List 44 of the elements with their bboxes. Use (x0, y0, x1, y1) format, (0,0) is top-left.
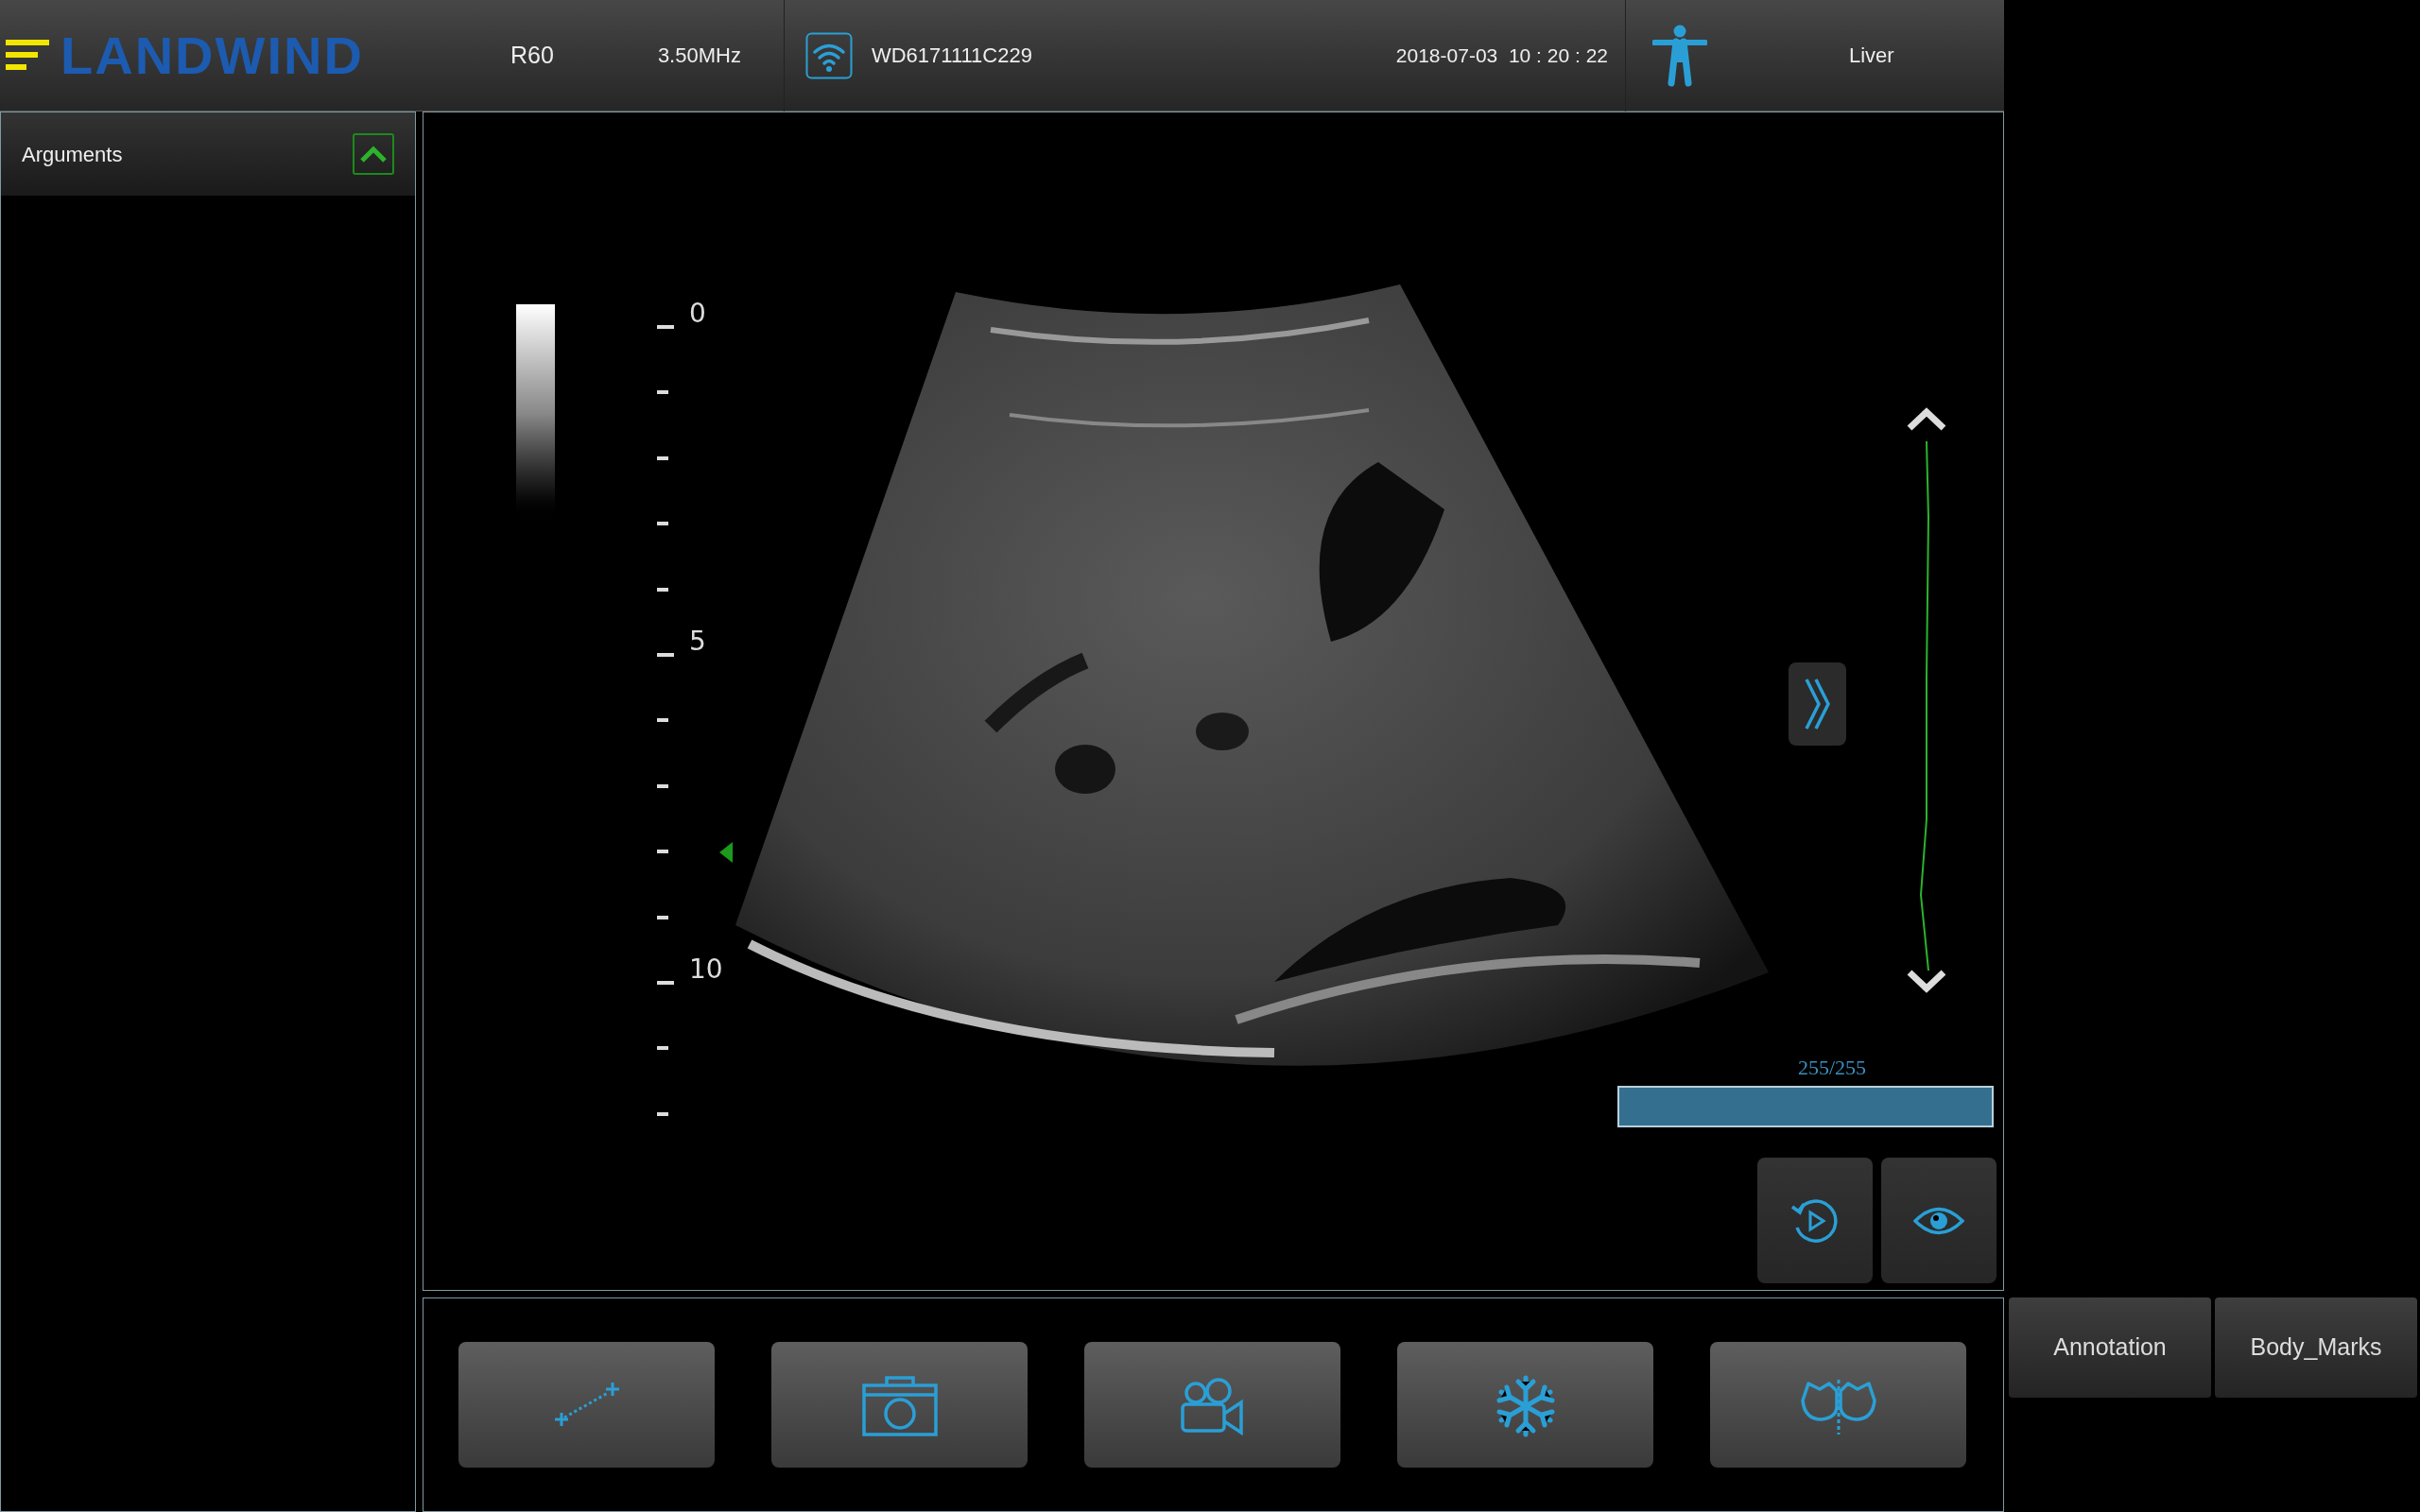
depth-tick (657, 981, 674, 985)
depth-label: 0 (689, 301, 706, 327)
device-id: WD6171111C229 (871, 43, 1032, 69)
depth-label: 5 (689, 628, 706, 655)
arguments-header[interactable]: Arguments (1, 112, 415, 196)
expand-button[interactable] (1789, 662, 1846, 746)
depth-tick (657, 522, 668, 526)
double-chevron-icon (1803, 676, 1832, 732)
tgc-curve[interactable] (1917, 441, 1932, 971)
depth-tick (657, 783, 668, 788)
probe-model: R60 (510, 40, 554, 70)
depth-tick (657, 587, 668, 592)
wifi-icon[interactable] (804, 31, 853, 79)
focus-marker-icon[interactable] (719, 842, 733, 863)
tool-button[interactable] (1397, 1342, 1653, 1468)
logo-bars-icon (6, 39, 49, 72)
cine-frame-count: 255/255 (1796, 1055, 1868, 1081)
depth-tick (657, 455, 668, 460)
depth-tick (657, 390, 668, 395)
chevron-up-icon (359, 145, 388, 163)
exam-preset[interactable]: Liver (1849, 40, 1894, 71)
logo-text: LANDWIND (60, 28, 364, 82)
tool-button[interactable] (1084, 1342, 1340, 1468)
chevron-up-icon[interactable] (1906, 407, 1947, 432)
depth-tick (657, 850, 668, 854)
side-button[interactable]: Annotation (2009, 1297, 2211, 1398)
chevron-down-icon[interactable] (1906, 969, 1947, 993)
view-button[interactable] (1881, 1158, 1996, 1283)
replay-button[interactable] (1757, 1158, 1873, 1283)
frequency-text: 3.50MHz (657, 43, 741, 69)
arguments-title: Arguments (22, 141, 123, 168)
depth-tick (657, 915, 668, 919)
date-time: 2018-07-03 10 : 20 : 22 (1395, 43, 1608, 68)
depth-tick (657, 1111, 668, 1116)
depth-tick (657, 1046, 668, 1051)
depth-label: 10 (689, 956, 723, 983)
depth-tick (657, 325, 674, 329)
side-button[interactable]: Body_Marks (2215, 1297, 2417, 1398)
collapse-toggle[interactable] (353, 133, 394, 175)
tool-button[interactable] (771, 1342, 1028, 1468)
human-figure-icon[interactable] (1652, 24, 1707, 87)
tool-button[interactable] (1710, 1342, 1966, 1468)
depth-tick (657, 718, 668, 723)
depth-tick (657, 653, 674, 657)
